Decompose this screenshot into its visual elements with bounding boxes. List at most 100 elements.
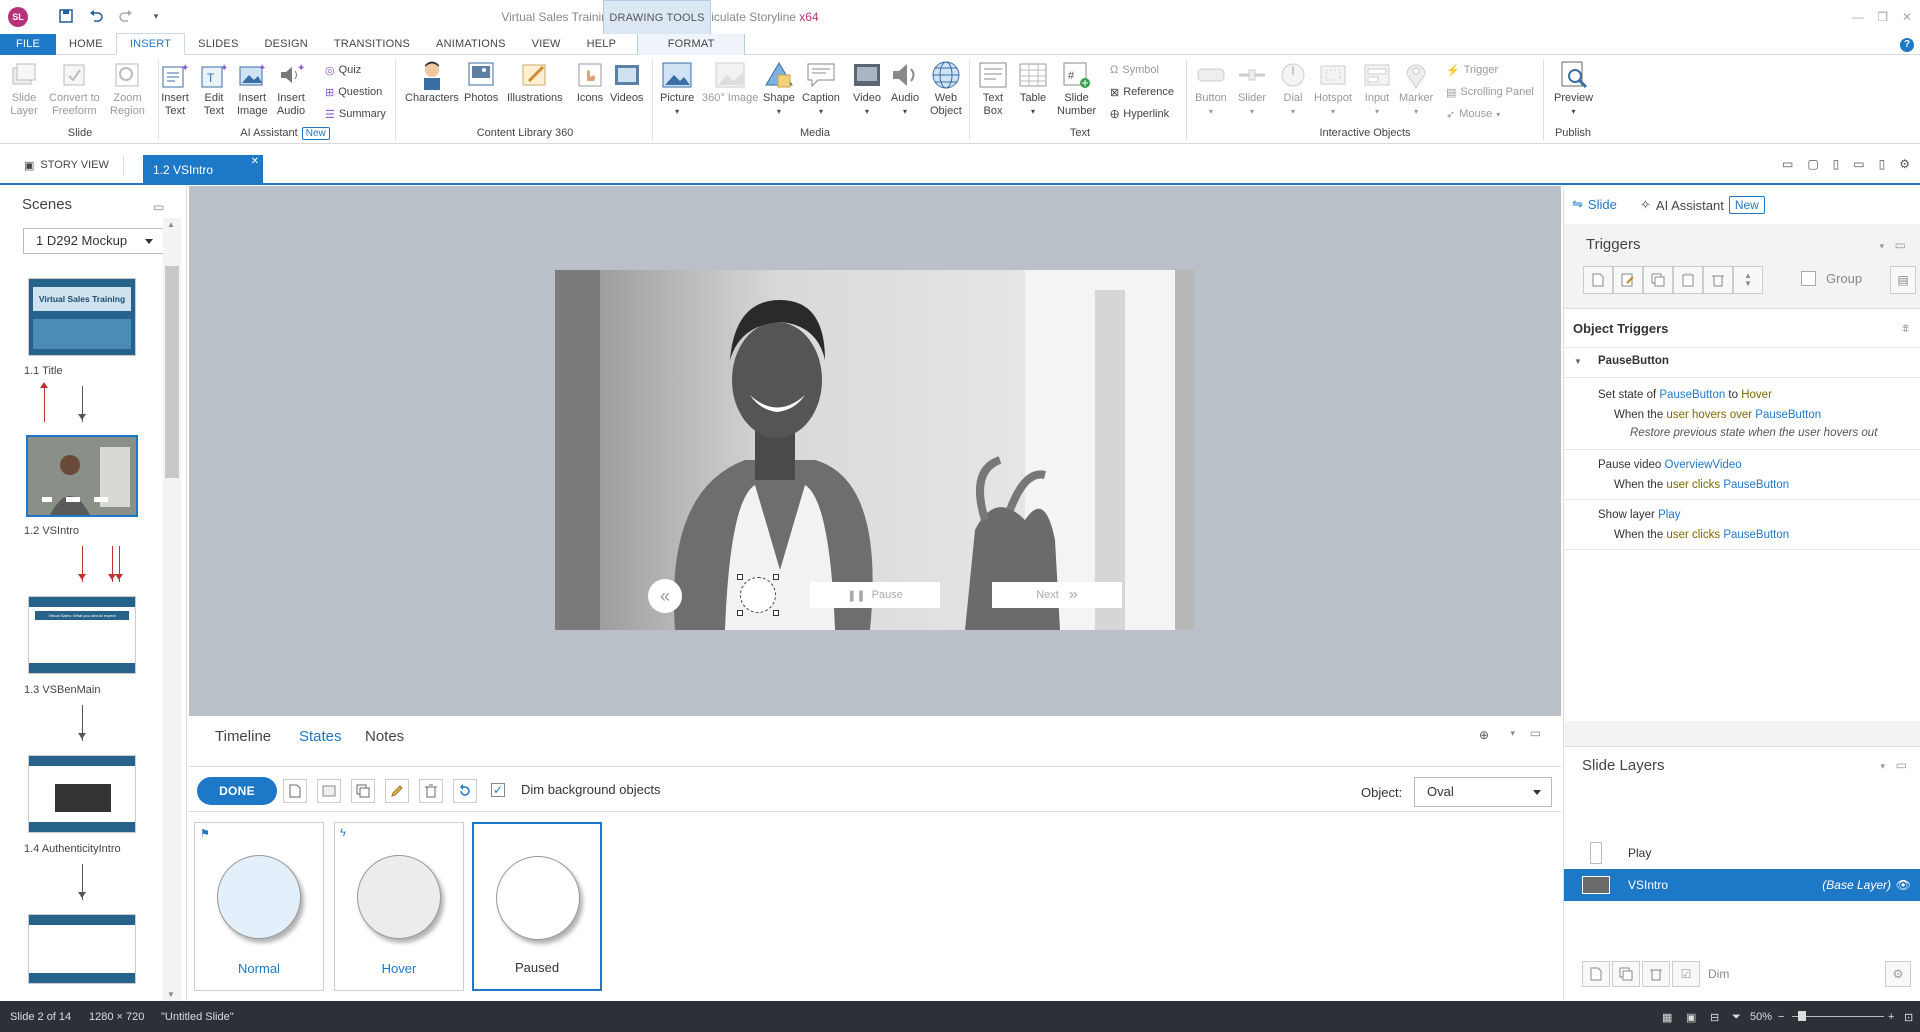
ai-insert-text-button[interactable]: ✦ Insert Text [160, 60, 190, 118]
state-image-icon[interactable] [317, 779, 341, 803]
tab-help[interactable]: HELP [574, 34, 630, 55]
float-panel-icon[interactable]: ▭ [1895, 238, 1906, 252]
new-layer-icon[interactable] [1582, 961, 1610, 987]
slide-tab-active[interactable]: 1.2 VSIntro ✕ [143, 155, 263, 185]
pin-icon[interactable]: ⊕ [1479, 728, 1489, 742]
photos-button[interactable]: Photos [464, 60, 498, 105]
trigger-2-action[interactable]: Pause video OverviewVideo [1598, 459, 1742, 471]
previous-button[interactable]: « [648, 579, 682, 613]
intro-video-photo[interactable] [555, 270, 1195, 630]
pause-oval-button[interactable] [737, 574, 779, 616]
slide-thumb-title[interactable]: Virtual Sales Training [28, 278, 136, 356]
tab-view[interactable]: VIEW [519, 34, 574, 55]
button-insert-button[interactable]: Button ▾ [1195, 60, 1227, 118]
trigger-3-action[interactable]: Show layer Play [1598, 509, 1680, 521]
delete-state-icon[interactable] [419, 779, 443, 803]
delete-trigger-icon[interactable] [1703, 266, 1733, 294]
phone-landscape-icon[interactable]: ▭ [1853, 157, 1864, 171]
normal-view-icon[interactable]: ▣ [1686, 1011, 1696, 1024]
layer-base-vsintro[interactable]: VSIntro (Base Layer) 👁 [1564, 869, 1920, 901]
shape-button[interactable]: Shape ▾ [763, 60, 795, 118]
float-panel-icon[interactable]: ▭ [153, 200, 164, 214]
ai-edit-text-button[interactable]: T ✦ Edit Text [199, 60, 229, 118]
tab-transitions[interactable]: TRANSITIONS [321, 34, 423, 55]
slide-layer-button[interactable]: Slide Layer [9, 60, 39, 118]
fit-window-icon[interactable]: ⊡ [1904, 1011, 1913, 1024]
copy-trigger-icon[interactable] [1643, 266, 1673, 294]
move-trigger-icon[interactable]: ▲ ▼ [1733, 266, 1763, 294]
slide-thumb-next[interactable] [28, 914, 136, 984]
trigger-2-condition[interactable]: When the user clicks PauseButton [1614, 479, 1789, 491]
group-checkbox-box[interactable] [1801, 271, 1816, 286]
filter-icon[interactable]: ⏷ [1732, 1011, 1741, 1024]
web-object-button[interactable]: Web Object [930, 60, 962, 118]
characters-button[interactable]: Characters [405, 60, 459, 105]
grid-view-icon[interactable]: ▦ [1662, 1011, 1672, 1024]
tab-slide-properties[interactable]: ⇋ Slide [1572, 196, 1617, 212]
gear-icon[interactable]: ⚙ [1899, 157, 1910, 171]
reset-state-icon[interactable] [453, 779, 477, 803]
hyperlink-button[interactable]: 🜨 Hyperlink [1110, 106, 1169, 122]
scroll-up-icon[interactable]: ▲ [167, 220, 175, 229]
layer-properties-gear-icon[interactable]: ⚙ [1885, 961, 1911, 987]
tab-design[interactable]: DESIGN [252, 34, 321, 55]
new-state-icon[interactable] [283, 779, 307, 803]
group-checkbox[interactable]: Group [1801, 271, 1862, 286]
tab-home[interactable]: HOME [56, 34, 116, 55]
slide-stage[interactable]: « ❚❚ Pause Next» [555, 270, 1195, 630]
videos-button[interactable]: Videos [610, 60, 643, 105]
scrollbar-thumb[interactable] [165, 266, 179, 478]
paste-trigger-icon[interactable] [1673, 266, 1703, 294]
marker-insert-button[interactable]: Marker ▾ [1399, 60, 1433, 118]
state-normal[interactable]: ⚑ Normal [194, 822, 324, 991]
tab-animations[interactable]: ANIMATIONS [423, 34, 519, 55]
image-360-button[interactable]: 360° Image [702, 60, 758, 105]
fit-view-icon[interactable]: ⊟ [1710, 1011, 1719, 1024]
mouse-button[interactable]: ➶ Mouse ▾ [1446, 106, 1500, 122]
icons-button[interactable]: Icons [575, 60, 605, 105]
scene-dropdown[interactable]: 1 D292 Mockup [23, 228, 164, 254]
tab-insert[interactable]: INSERT [115, 33, 186, 55]
story-view-tab[interactable]: ▣ STORY VIEW [24, 155, 124, 175]
table-button[interactable]: Table ▾ [1018, 60, 1048, 118]
tab-timeline[interactable]: Timeline [215, 728, 271, 745]
restore-icon[interactable]: ❐ [1877, 10, 1888, 24]
zoom-region-button[interactable]: Zoom Region [110, 60, 145, 118]
illustrations-button[interactable]: Illustrations [507, 60, 563, 105]
ai-insert-audio-button[interactable]: ✦ Insert Audio [276, 60, 306, 118]
tablet-landscape-icon[interactable]: ▢ [1807, 157, 1818, 171]
symbol-button[interactable]: Ω Symbol [1110, 62, 1159, 78]
trigger-1-condition[interactable]: When the user hovers over PauseButton [1614, 409, 1821, 421]
duplicate-state-icon[interactable] [351, 779, 375, 803]
picture-button[interactable]: Picture ▾ [660, 60, 694, 118]
ai-insert-image-button[interactable]: ✦ Insert Image [237, 60, 268, 118]
eye-icon[interactable]: 👁 [1896, 878, 1911, 892]
preview-button[interactable]: Preview ▾ [1554, 60, 1593, 118]
layer-play[interactable]: Play [1564, 837, 1920, 869]
float-panel-icon[interactable]: ▭ [1530, 726, 1541, 740]
scrolling-panel-button[interactable]: ▤ Scrolling Panel [1446, 84, 1534, 100]
edit-state-pencil-icon[interactable] [385, 779, 409, 803]
hotspot-insert-button[interactable]: Hotspot ▾ [1314, 60, 1352, 118]
phone-portrait-icon[interactable]: ▯ [1879, 157, 1886, 171]
caption-button[interactable]: Caption ▾ [802, 60, 840, 118]
dim-background-checkbox[interactable]: ✓ [491, 783, 505, 797]
zoom-in-icon[interactable]: + [1888, 1011, 1894, 1023]
ai-summary-button[interactable]: ☰ Summary [325, 106, 386, 122]
trigger-3-condition[interactable]: When the user clicks PauseButton [1614, 529, 1789, 541]
slide-number-button[interactable]: # Slide Number [1057, 60, 1096, 118]
float-panel-icon[interactable]: ▭ [1896, 758, 1907, 772]
slider-insert-button[interactable]: Slider ▾ [1237, 60, 1267, 118]
close-window-icon[interactable]: ✕ [1902, 10, 1912, 24]
tab-slides[interactable]: SLIDES [185, 34, 251, 55]
delete-layer-icon[interactable] [1642, 961, 1670, 987]
help-icon[interactable]: ? [1900, 38, 1914, 52]
trigger-button[interactable]: ⚡ Trigger [1446, 62, 1498, 78]
video-button[interactable]: Video ▾ [852, 60, 882, 118]
next-button[interactable]: Next» [992, 582, 1122, 608]
slide-thumb-vsbenmain[interactable]: Virtual Sales: What you should expect [28, 596, 136, 674]
ai-question-button[interactable]: ⊞ Question [325, 84, 382, 100]
convert-freeform-button[interactable]: Convert to Freeform [49, 60, 100, 118]
trigger-1-action[interactable]: Set state of PauseButton to Hover [1598, 389, 1772, 401]
duplicate-layer-icon[interactable] [1612, 961, 1640, 987]
